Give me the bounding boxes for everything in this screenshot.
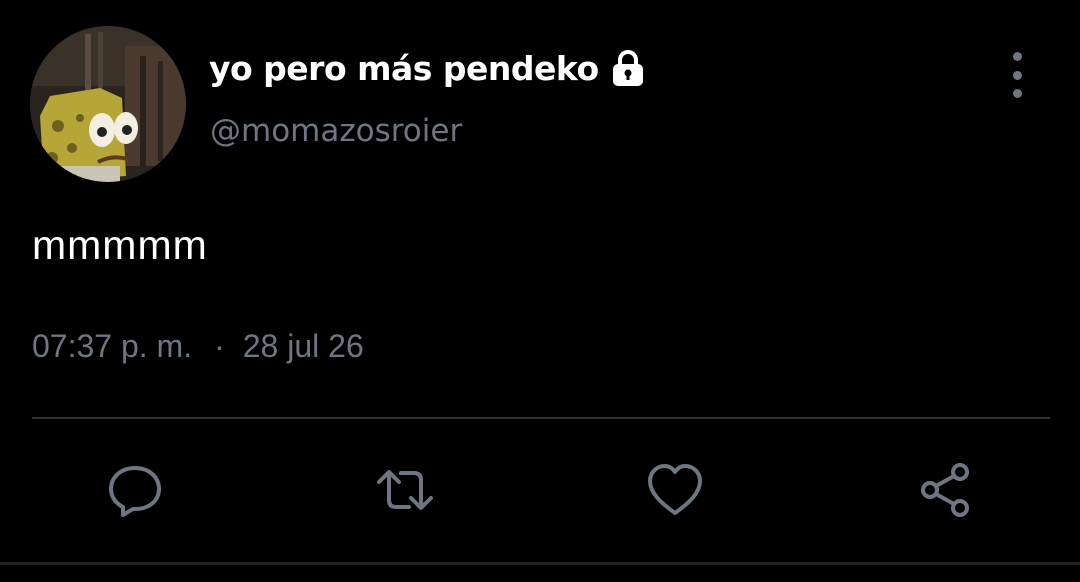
meta-separator: · [214,328,225,364]
reply-icon [109,466,161,517]
lock-icon [609,48,647,88]
display-name-text: yo pero más pendeko [209,48,599,88]
tweet-text: mmmmm [32,222,208,268]
bottom-divider [0,562,1080,565]
avatar[interactable] [30,26,186,182]
more-dot [1012,70,1022,80]
heart-icon [648,464,702,515]
more-options-button[interactable] [1000,52,1034,98]
tweet-time: 07:37 p. m. [32,328,193,364]
like-button[interactable] [643,458,707,522]
retweet-button[interactable] [373,458,437,522]
more-vertical-icon [1012,52,1022,61]
retweet-icon [377,470,433,510]
share-button[interactable] [914,458,978,522]
reply-button[interactable] [103,458,167,522]
user-handle[interactable]: @momazosroier [210,113,462,149]
display-name[interactable]: yo pero más pendeko [209,48,647,88]
avatar-image [30,26,186,182]
more-dot [1012,89,1022,98]
share-icon [921,463,969,517]
tweet-meta: 07:37 p. m. · 28 jul 26 [32,328,364,365]
tweet-date: 28 jul 26 [242,328,364,364]
divider [32,417,1050,419]
